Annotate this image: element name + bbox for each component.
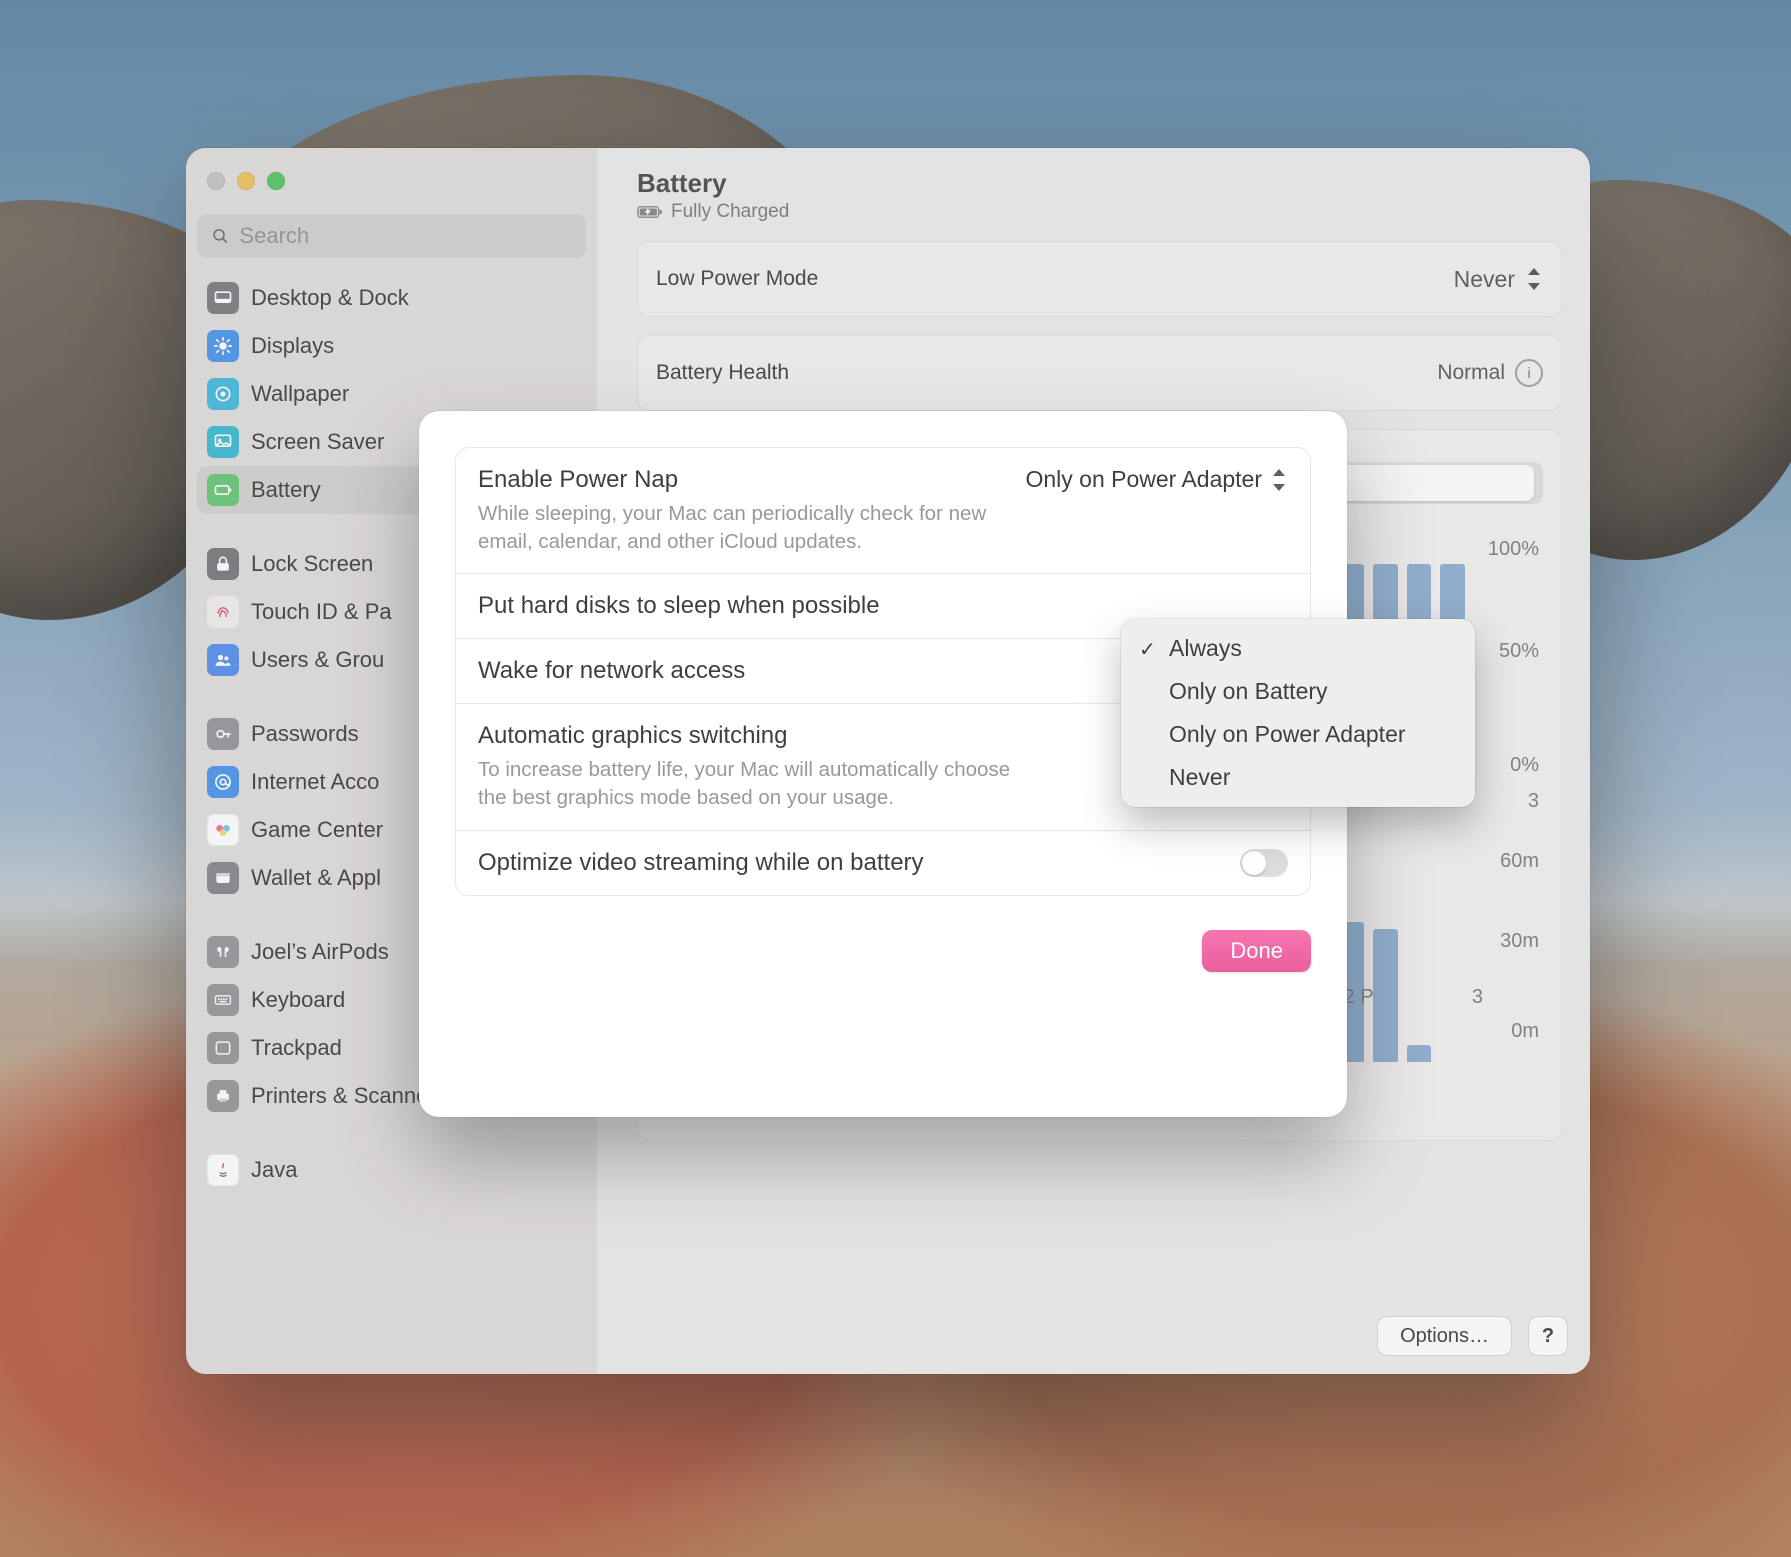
sidebar-item-label: Battery [251, 477, 321, 503]
dock-icon [207, 282, 239, 314]
menu-item-label: Only on Battery [1169, 678, 1328, 704]
passwords-icon [207, 718, 239, 750]
search-field[interactable] [197, 214, 586, 258]
trackpad-icon [207, 1032, 239, 1064]
sidebar-item-displays[interactable]: Displays [197, 322, 586, 370]
battery-health-label: Battery Health [656, 361, 789, 385]
close-window-button[interactable] [207, 172, 225, 190]
menu-item-label: Always [1169, 635, 1242, 661]
chevron-updown-icon [1525, 268, 1543, 290]
keyboard-icon [207, 984, 239, 1016]
sidebar-item-label: Passwords [251, 721, 359, 747]
page-title: Battery [637, 168, 1562, 199]
screensaver-icon [207, 426, 239, 458]
sidebar-item-java[interactable]: Java [197, 1146, 586, 1194]
sidebar-item-label: Wallpaper [251, 381, 349, 407]
y-label: 0m [1511, 1020, 1539, 1043]
option-title: Wake for network access [478, 657, 1116, 685]
battery-full-icon [637, 204, 663, 220]
sidebar-item-label: Lock Screen [251, 551, 373, 577]
search-icon [211, 226, 229, 246]
y-label: 0% [1510, 754, 1539, 777]
sidebar-item-label: Screen Saver [251, 429, 384, 455]
wallet-icon [207, 862, 239, 894]
sidebar-item-label: Joel’s AirPods [251, 939, 389, 965]
sidebar-item-label: Printers & Scanners [251, 1083, 447, 1109]
sidebar-item-label: Displays [251, 333, 334, 359]
chart-bar [1407, 1045, 1432, 1063]
java-icon [207, 1154, 239, 1186]
search-input[interactable] [239, 223, 572, 249]
y-label: 100% [1488, 538, 1539, 561]
menu-item-label: Never [1169, 764, 1230, 790]
option-title: Optimize video streaming while on batter… [478, 849, 1224, 877]
option-subtitle: While sleeping, your Mac can periodicall… [478, 500, 1009, 555]
menu-item-label: Only on Power Adapter [1169, 721, 1406, 747]
content-footer: Options… ? [1377, 1316, 1568, 1356]
done-button[interactable]: Done [1202, 930, 1311, 972]
menu-item-only-on-battery[interactable]: Only on Battery [1129, 670, 1467, 713]
y-label: 60m [1500, 850, 1539, 873]
battery-status-text: Fully Charged [671, 201, 789, 223]
x-label-mid: 3 [1528, 790, 1539, 813]
option-subtitle: To increase battery life, your Mac will … [478, 756, 1018, 811]
dropdown-value: Only on Power Adapter [1025, 466, 1262, 493]
battery-health-info-button[interactable]: i [1515, 359, 1543, 387]
sidebar-item-label: Java [251, 1157, 297, 1183]
options-button[interactable]: Options… [1377, 1316, 1512, 1356]
at-icon [207, 766, 239, 798]
option-toggle[interactable] [1240, 849, 1288, 877]
lock-icon [207, 548, 239, 580]
battery-health-value: Normal [1437, 361, 1505, 385]
checkmark-icon: ✓ [1139, 637, 1156, 662]
sidebar-item-desktop-dock[interactable]: Desktop & Dock [197, 274, 586, 322]
low-power-label: Low Power Mode [656, 267, 818, 291]
window-controls [197, 162, 586, 214]
battery-status: Fully Charged [637, 201, 1562, 223]
option-dropdown[interactable]: Only on Power Adapter [1025, 466, 1288, 493]
help-button[interactable]: ? [1528, 1316, 1568, 1356]
sidebar-item-label: Internet Acco [251, 769, 379, 795]
sidebar-item-label: Keyboard [251, 987, 345, 1013]
sidebar-item-label: Trackpad [251, 1035, 342, 1061]
menu-item-never[interactable]: Never [1129, 756, 1467, 799]
sidebar-item-label: Desktop & Dock [251, 285, 409, 311]
menu-item-only-on-power-adapter[interactable]: Only on Power Adapter [1129, 713, 1467, 756]
x-tick: 3 [1472, 986, 1483, 1009]
sidebar-item-label: Users & Grou [251, 647, 384, 673]
option-title: Enable Power Nap [478, 466, 1009, 494]
battery-icon [207, 474, 239, 506]
sidebar-item-label: Wallet & Appl [251, 865, 381, 891]
gamecenter-icon [207, 814, 239, 846]
maximize-window-button[interactable] [267, 172, 285, 190]
sidebar-item-label: Game Center [251, 817, 383, 843]
option-row: Optimize video streaming while on batter… [456, 830, 1310, 895]
touchid-icon [207, 596, 239, 628]
y-label: 30m [1500, 930, 1539, 953]
battery-health-card: Battery Health Normal i [637, 335, 1562, 411]
users-icon [207, 644, 239, 676]
printers-icon [207, 1080, 239, 1112]
chevron-updown-icon [1270, 469, 1288, 491]
low-power-card: Low Power Mode Never [637, 241, 1562, 317]
sidebar-item-label: Touch ID & Pa [251, 599, 392, 625]
desktop-wallpaper: Desktop & Dock Displays Wallpaper Screen Sa… [0, 0, 1791, 1557]
wallpaper-icon [207, 378, 239, 410]
low-power-dropdown[interactable]: Never [1454, 266, 1543, 293]
minimize-window-button[interactable] [237, 172, 255, 190]
option-row: Enable Power Nap While sleeping, your Mac… [456, 448, 1310, 573]
hard-disks-sleep-menu[interactable]: ✓ Always Only on Battery Only on Power Adap… [1121, 619, 1475, 807]
y-label: 50% [1499, 640, 1539, 663]
menu-item-always[interactable]: ✓ Always [1129, 627, 1467, 670]
option-title: Put hard disks to sleep when possible [478, 592, 1271, 620]
airpods-icon [207, 936, 239, 968]
displays-icon [207, 330, 239, 362]
